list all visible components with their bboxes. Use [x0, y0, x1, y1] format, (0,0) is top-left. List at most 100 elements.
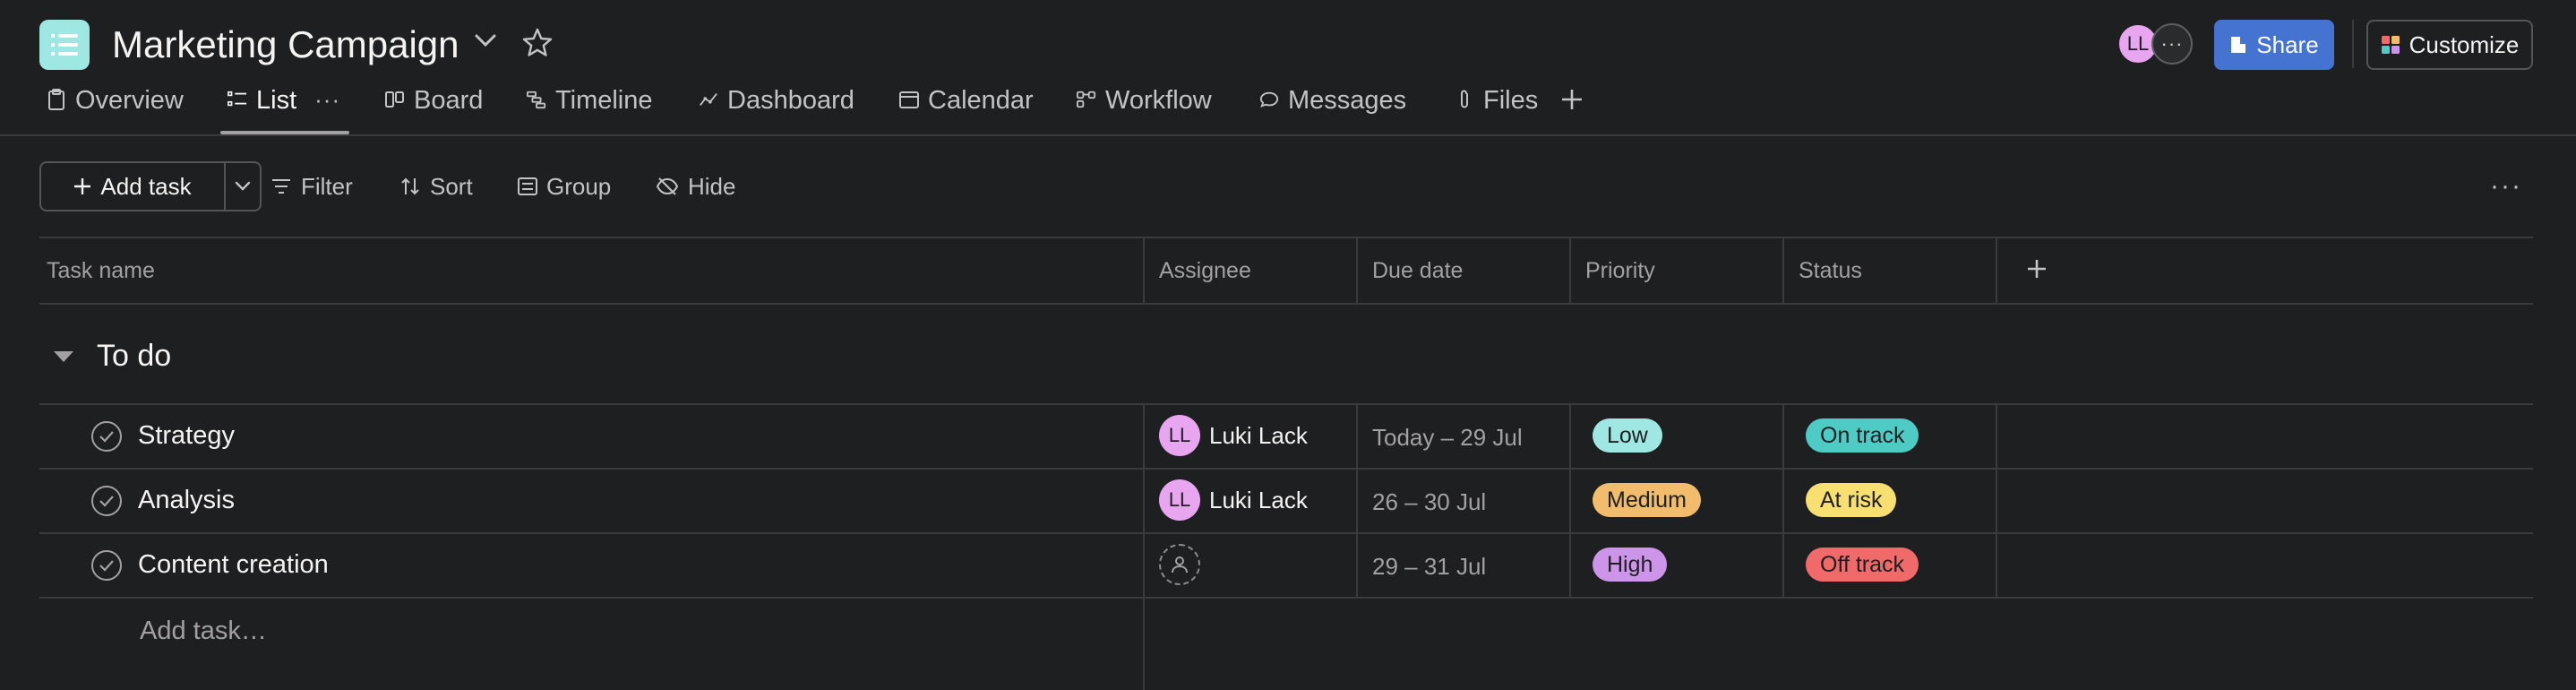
tab-workflow[interactable]: Workflow [1077, 86, 1212, 134]
divider [1356, 237, 1358, 305]
chevron-down-icon[interactable] [473, 30, 498, 55]
tab-timeline[interactable]: Timeline [527, 86, 653, 134]
sort-button[interactable]: Sort [399, 161, 473, 211]
add-task-row[interactable]: Add task… [140, 617, 267, 646]
assignee-cell[interactable]: LL Luki Lack [1159, 479, 1308, 521]
filter-icon [272, 179, 290, 194]
divider [1143, 597, 1145, 690]
column-header-status[interactable]: Status [1799, 258, 1862, 284]
tab-board[interactable]: Board [385, 86, 483, 134]
tab-label: Workflow [1105, 86, 1212, 115]
divider [1569, 237, 1571, 305]
tab-overview[interactable]: Overview [47, 86, 184, 134]
board-icon [385, 86, 405, 113]
tab-list[interactable]: List ··· [228, 86, 340, 134]
unassigned-user-icon [1159, 544, 1200, 585]
filter-button[interactable]: Filter [270, 161, 353, 211]
due-date[interactable]: 29 – 31 Jul [1372, 553, 1486, 581]
chevron-down-icon [235, 181, 251, 191]
complete-task-checkbox[interactable] [91, 486, 122, 516]
collapse-triangle-icon[interactable] [54, 351, 73, 362]
divider [39, 237, 2533, 238]
tab-label: Timeline [555, 86, 653, 115]
add-task-dropdown[interactable] [224, 161, 262, 211]
tab-files[interactable]: Files [1455, 86, 1538, 134]
divider [1143, 237, 1145, 305]
star-icon[interactable] [521, 27, 554, 64]
task-name[interactable]: Analysis [138, 486, 235, 515]
share-label: Share [2256, 30, 2319, 58]
assignee-cell[interactable] [1159, 544, 1200, 585]
task-name[interactable]: Strategy [138, 421, 235, 451]
workflow-icon [1077, 86, 1096, 113]
divider [39, 597, 2533, 599]
tab-label: Calendar [928, 86, 1034, 115]
add-tab-button[interactable] [1558, 86, 1585, 134]
divider [1782, 237, 1784, 305]
tab-label: List [256, 86, 297, 115]
due-date[interactable]: Today – 29 Jul [1372, 424, 1523, 452]
status-badge[interactable]: At risk [1806, 483, 1897, 517]
customize-icon [2381, 36, 2400, 54]
divider [39, 532, 2533, 534]
column-header-assignee[interactable]: Assignee [1159, 258, 1251, 284]
tab-bar: Overview List ··· Board Timeline Dashboa… [0, 86, 2576, 136]
message-icon [1259, 86, 1279, 113]
add-task-button[interactable]: Add task [39, 161, 226, 211]
customize-button[interactable]: Customize [2366, 20, 2533, 70]
priority-badge[interactable]: Medium [1593, 483, 1701, 517]
more-options-icon[interactable]: ··· [2490, 173, 2522, 200]
avatar: LL [1159, 415, 1200, 456]
divider [39, 403, 2533, 405]
group-label: Group [546, 172, 612, 200]
status-badge[interactable]: On track [1806, 418, 1919, 453]
check-icon [99, 560, 114, 572]
priority-badge[interactable]: High [1593, 548, 1668, 582]
column-header-task-name[interactable]: Task name [47, 258, 155, 284]
share-button[interactable]: Share [2214, 20, 2334, 70]
due-date[interactable]: 26 – 30 Jul [1372, 488, 1486, 516]
tab-label: Overview [75, 86, 184, 115]
group-icon [518, 177, 537, 195]
group-button[interactable]: Group [518, 161, 611, 211]
tab-label: Dashboard [727, 86, 854, 115]
check-icon [99, 431, 114, 443]
tab-label: Board [414, 86, 484, 115]
filter-label: Filter [301, 172, 353, 200]
column-header-due-date[interactable]: Due date [1372, 258, 1463, 284]
assignee-name: Luki Lack [1209, 486, 1308, 513]
divider [39, 468, 2533, 470]
complete-task-checkbox[interactable] [91, 550, 122, 581]
customize-label: Customize [2409, 30, 2520, 58]
clipboard-icon [47, 86, 66, 113]
paperclip-icon [1455, 86, 1474, 113]
plus-icon [74, 178, 91, 194]
assignee-cell[interactable]: LL Luki Lack [1159, 415, 1308, 456]
plus-icon [2028, 260, 2046, 278]
section-title[interactable]: To do [97, 339, 171, 374]
tab-calendar[interactable]: Calendar [899, 86, 1034, 134]
add-column-button[interactable] [2026, 258, 2048, 284]
tab-options-icon[interactable]: ··· [314, 86, 340, 114]
divider [1996, 237, 1997, 305]
calendar-icon [899, 86, 919, 113]
add-task-label: Add task [100, 172, 192, 200]
divider [1143, 403, 1145, 599]
status-badge[interactable]: Off track [1806, 548, 1919, 582]
tab-dashboard[interactable]: Dashboard [699, 86, 854, 134]
avatar: LL [1159, 479, 1200, 521]
tab-messages[interactable]: Messages [1259, 86, 1406, 134]
hide-button[interactable]: Hide [656, 161, 735, 211]
divider [1996, 403, 1997, 599]
more-members-icon[interactable]: ··· [2151, 23, 2193, 65]
divider [1356, 403, 1358, 599]
building-icon [2231, 37, 2246, 53]
task-name[interactable]: Content creation [138, 550, 329, 580]
project-title[interactable]: Marketing Campaign [112, 20, 459, 70]
project-icon[interactable] [39, 20, 90, 70]
complete-task-checkbox[interactable] [91, 421, 122, 452]
eye-off-icon [656, 177, 679, 195]
sort-label: Sort [430, 172, 473, 200]
column-header-priority[interactable]: Priority [1585, 258, 1655, 284]
priority-badge[interactable]: Low [1593, 418, 1662, 453]
